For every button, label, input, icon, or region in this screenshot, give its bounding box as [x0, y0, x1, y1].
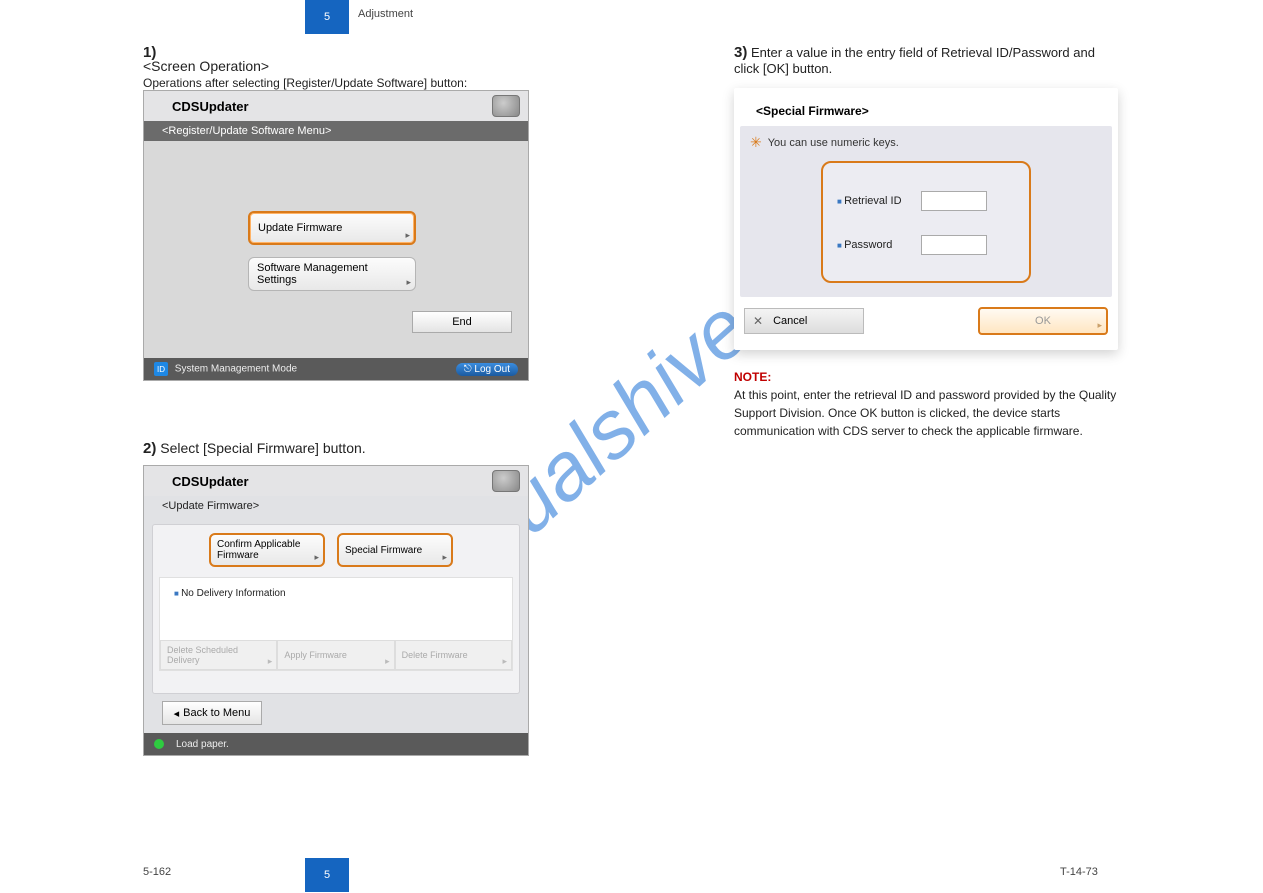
note-heading: NOTE: [734, 370, 771, 384]
password-field: Password [837, 235, 1015, 255]
password-label: Password [837, 239, 913, 251]
delete-firmware-label: Delete Firmware [402, 650, 468, 660]
confirm-firmware-button[interactable]: Confirm Applicable Firmware ▸ [209, 533, 325, 567]
cdsupdater-menu-panel: CDSUpdater <Register/Update Software Men… [143, 90, 529, 381]
software-settings-button[interactable]: Software Management Settings ▸ [248, 257, 416, 291]
credential-form: Retrieval ID Password [821, 161, 1031, 283]
apply-firmware-button: Apply Firmware▸ [277, 640, 394, 670]
special-firmware-label: Special Firmware [345, 545, 422, 556]
disabled-actions-row: Delete Scheduled Delivery▸ Apply Firmwar… [160, 640, 512, 670]
delivery-info-area: No Delivery Information Delete Scheduled… [159, 577, 513, 671]
step2-text: Select [Special Firmware] button. [160, 440, 365, 456]
panel1-footer: ID System Management Mode ⎋ Log Out [144, 358, 528, 380]
panel2-title: CDSUpdater [172, 474, 249, 489]
page-marker-bottom: 5 [305, 858, 349, 892]
special-firmware-button[interactable]: Special Firmware ▸ [337, 533, 453, 567]
update-firmware-button[interactable]: Update Firmware ▸ [248, 211, 416, 245]
confirm-firmware-label: Confirm Applicable Firmware [217, 539, 317, 561]
chevron-right-icon: ▸ [405, 230, 410, 241]
back-arrow-icon: ◂ [174, 707, 180, 720]
apply-firmware-label: Apply Firmware [284, 650, 347, 660]
update-firmware-label: Update Firmware [258, 222, 342, 234]
dialog-title: <Special Firmware> [734, 88, 1118, 126]
delete-scheduled-label: Delete Scheduled Delivery [167, 645, 270, 665]
end-button[interactable]: End [412, 311, 512, 333]
dialog-body: ✳ You can use numeric keys. Retrieval ID… [740, 126, 1112, 297]
no-delivery-text: No Delivery Information [174, 588, 498, 599]
delete-firmware-button: Delete Firmware▸ [395, 640, 512, 670]
retrieval-id-label: Retrieval ID [837, 195, 913, 207]
step3-text: Enter a value in the entry field of Retr… [734, 45, 1095, 76]
back-label: Back to Menu [183, 707, 250, 719]
numeric-hint: ✳ You can use numeric keys. [750, 134, 1102, 151]
step3-number: 3) [734, 44, 747, 61]
delete-scheduled-button: Delete Scheduled Delivery▸ [160, 640, 277, 670]
logout-button[interactable]: ⎋ Log Out [456, 363, 518, 376]
panel1-subtitle: <Register/Update Software Menu> [144, 121, 528, 141]
home-orb-icon[interactable] [492, 95, 520, 117]
system-mode-text: System Management Mode [175, 364, 297, 375]
panel1-body: Update Firmware ▸ Software Management Se… [144, 141, 528, 341]
panel1-title: CDSUpdater [172, 99, 249, 114]
panel2-titlebar: CDSUpdater [144, 466, 528, 496]
cancel-label: Cancel [773, 315, 807, 327]
close-icon: ✕ [753, 314, 763, 328]
ok-button[interactable]: OK ▸ [978, 307, 1108, 335]
software-settings-label: Software Management Settings [257, 262, 407, 286]
panel2-card: Confirm Applicable Firmware ▸ Special Fi… [152, 524, 520, 694]
update-firmware-panel: CDSUpdater <Update Firmware> Confirm App… [143, 465, 529, 756]
retrieval-id-field: Retrieval ID [837, 191, 1015, 211]
cancel-button[interactable]: ✕ Cancel [744, 308, 864, 334]
page-marker-top: 5 [305, 0, 349, 34]
intro-line2: Operations after selecting [Register/Upd… [143, 76, 467, 90]
chevron-right-icon: ▸ [1097, 320, 1102, 331]
special-firmware-dialog: <Special Firmware> ✳ You can use numeric… [734, 88, 1118, 350]
footer-right: T-14-73 [1060, 866, 1098, 878]
intro-line1: <Screen Operation> [143, 58, 269, 74]
footer-left: 5-162 [143, 866, 171, 878]
home-orb-icon[interactable] [492, 470, 520, 492]
panel1-titlebar: CDSUpdater [144, 91, 528, 121]
retrieval-id-input[interactable] [921, 191, 987, 211]
dialog-footer: ✕ Cancel OK ▸ [734, 297, 1118, 335]
chevron-right-icon: ▸ [442, 552, 447, 563]
footer-status-text: Load paper. [176, 739, 229, 750]
note-body: At this point, enter the retrieval ID an… [734, 388, 1116, 438]
step2-number: 2) [143, 440, 156, 457]
logout-label: Log Out [474, 364, 510, 375]
panel2-footer: Load paper. [144, 733, 528, 755]
panel2-top-buttons: Confirm Applicable Firmware ▸ Special Fi… [159, 533, 513, 567]
chevron-right-icon: ▸ [406, 277, 411, 288]
hint-text: You can use numeric keys. [768, 137, 899, 149]
step1-number: 1) [143, 44, 156, 61]
password-input[interactable] [921, 235, 987, 255]
system-mode-label: ID System Management Mode [154, 362, 297, 376]
hint-icon: ✳ [750, 134, 762, 151]
ok-label: OK [1035, 315, 1051, 327]
back-to-menu-button[interactable]: ◂ Back to Menu [162, 701, 262, 725]
chevron-right-icon: ▸ [314, 552, 319, 563]
status-ok-icon [154, 739, 164, 749]
id-chip-icon: ID [154, 362, 168, 376]
section-title: Adjustment [358, 8, 413, 20]
panel2-breadcrumb: <Update Firmware> [144, 496, 528, 516]
